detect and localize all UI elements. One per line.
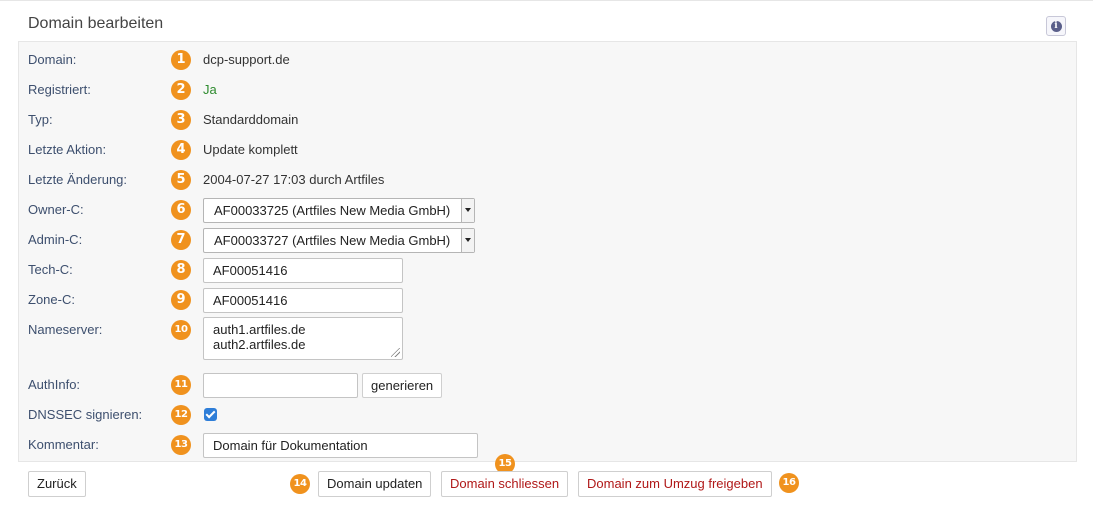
resize-handle-icon[interactable]	[391, 348, 400, 357]
step-badge-6: 6	[171, 200, 191, 220]
step-badge-16: 16	[779, 473, 799, 493]
top-divider	[0, 0, 1093, 1]
kommentar-label: Kommentar:	[28, 437, 99, 452]
back-button[interactable]: Zurück	[28, 471, 86, 497]
step-badge-10: 10	[171, 320, 191, 340]
step-badge-9: 9	[171, 290, 191, 310]
letzte-aktion-label: Letzte Aktion:	[28, 142, 107, 157]
row-nameserver: Nameserver: 10 auth1.artfiles.de auth2.a…	[19, 315, 1078, 365]
row-letzte-aktion: Letzte Aktion: 4 Update komplett	[19, 135, 1078, 165]
nameserver-label: Nameserver:	[28, 322, 103, 337]
row-admin-c: Admin-C: 7 AF00033727 (Artfiles New Medi…	[19, 225, 1078, 255]
info-button[interactable]: i	[1046, 16, 1066, 36]
registriert-value: Ja	[203, 82, 217, 97]
tech-c-input-value: AF00051416	[213, 263, 288, 278]
step-badge-13: 13	[171, 435, 191, 455]
owner-c-selected-value: AF00033725 (Artfiles New Media GmbH)	[214, 203, 451, 218]
chevron-down-icon	[461, 229, 474, 252]
step-badge-8: 8	[171, 260, 191, 280]
row-domain: Domain: 1 dcp-support.de	[19, 45, 1078, 75]
letzte-aenderung-value: 2004-07-27 17:03 durch Artfiles	[203, 172, 385, 187]
step-badge-3: 3	[171, 110, 191, 130]
dnssec-checkbox[interactable]	[204, 408, 217, 421]
step-badge-5: 5	[171, 170, 191, 190]
admin-c-label: Admin-C:	[28, 232, 83, 247]
row-zone-c: Zone-C: 9 AF00051416	[19, 285, 1078, 315]
zone-c-input-value: AF00051416	[213, 293, 288, 308]
kommentar-input[interactable]: Domain für Dokumentation	[203, 433, 478, 458]
generate-authinfo-button[interactable]: generieren	[362, 373, 443, 398]
page-title: Domain bearbeiten	[28, 15, 164, 32]
nameserver-textarea[interactable]: auth1.artfiles.de auth2.artfiles.de	[203, 317, 403, 360]
step-badge-12: 12	[171, 405, 191, 425]
admin-c-select[interactable]: AF00033727 (Artfiles New Media GmbH)	[203, 228, 475, 253]
typ-value: Standarddomain	[203, 112, 299, 127]
step-badge-11: 11	[171, 375, 191, 395]
domain-close-button[interactable]: Domain schliessen	[441, 471, 569, 497]
zone-c-label: Zone-C:	[28, 292, 75, 307]
domain-form-panel: Domain: 1 dcp-support.de Registriert: 2 …	[18, 41, 1077, 462]
nameserver-line-1: auth1.artfiles.de	[213, 322, 306, 337]
nameserver-line-2: auth2.artfiles.de	[213, 337, 306, 352]
row-dnssec: DNSSEC signieren: 12	[19, 400, 1078, 430]
step-badge-2: 2	[171, 80, 191, 100]
domain-label: Domain:	[28, 52, 77, 67]
zone-c-input[interactable]: AF00051416	[203, 288, 403, 313]
domain-value: dcp-support.de	[203, 52, 290, 67]
row-typ: Typ: 3 Standarddomain	[19, 105, 1078, 135]
info-icon: i	[1050, 20, 1062, 32]
row-owner-c: Owner-C: 6 AF00033725 (Artfiles New Medi…	[19, 195, 1078, 225]
tech-c-input[interactable]: AF00051416	[203, 258, 403, 283]
step-badge-14: 14	[290, 474, 310, 494]
owner-c-label: Owner-C:	[28, 202, 84, 217]
step-badge-7: 7	[171, 230, 191, 250]
row-authinfo: AuthInfo: 11 generieren	[19, 370, 1078, 400]
domain-transfer-release-button[interactable]: Domain zum Umzug freigeben	[578, 471, 772, 497]
owner-c-select[interactable]: AF00033725 (Artfiles New Media GmbH)	[203, 198, 475, 223]
row-tech-c: Tech-C: 8 AF00051416	[19, 255, 1078, 285]
kommentar-input-value: Domain für Dokumentation	[213, 438, 368, 453]
typ-label: Typ:	[28, 112, 53, 127]
letzte-aenderung-label: Letzte Änderung:	[28, 172, 128, 187]
row-kommentar: Kommentar: 13 Domain für Dokumentation	[19, 430, 1078, 460]
dnssec-label: DNSSEC signieren:	[28, 407, 143, 422]
tech-c-label: Tech-C:	[28, 262, 73, 277]
step-badge-1: 1	[171, 50, 191, 70]
letzte-aktion-value: Update komplett	[203, 142, 298, 157]
registriert-label: Registriert:	[28, 82, 91, 97]
row-registriert: Registriert: 2 Ja	[19, 75, 1078, 105]
authinfo-input[interactable]	[203, 373, 358, 398]
authinfo-label: AuthInfo:	[28, 377, 81, 392]
admin-c-selected-value: AF00033727 (Artfiles New Media GmbH)	[214, 233, 451, 248]
chevron-down-icon	[461, 199, 474, 222]
row-letzte-aenderung: Letzte Änderung: 5 2004-07-27 17:03 durc…	[19, 165, 1078, 195]
domain-update-button[interactable]: Domain updaten	[318, 471, 432, 497]
step-badge-4: 4	[171, 140, 191, 160]
